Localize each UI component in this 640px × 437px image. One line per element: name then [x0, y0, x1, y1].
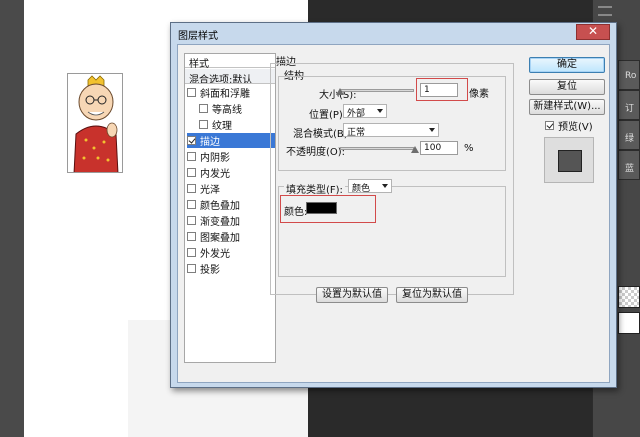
style-item[interactable]: 描边	[187, 133, 275, 148]
ps-panel-tab[interactable]: 绿	[618, 120, 640, 150]
preview-checkbox[interactable]: 预览(V)	[545, 118, 593, 133]
checkbox[interactable]	[187, 184, 196, 193]
style-item[interactable]: 颜色叠加	[187, 197, 275, 212]
opacity-unit: %	[464, 143, 474, 154]
checkbox[interactable]	[187, 88, 196, 97]
new-style-button[interactable]: 新建样式(W)...	[529, 99, 605, 115]
style-item[interactable]: 光泽	[187, 181, 275, 196]
checkbox[interactable]	[199, 120, 208, 129]
size-unit: 像素	[469, 89, 489, 100]
style-item-label: 内发光	[200, 169, 230, 180]
chevron-down-icon	[377, 109, 383, 113]
style-item-label: 斜面和浮雕	[200, 89, 250, 100]
opacity-label: 不透明度(O):	[286, 147, 346, 158]
style-preview-square	[558, 150, 582, 172]
style-item[interactable]: 内发光	[187, 165, 275, 180]
style-item[interactable]: 渐变叠加	[187, 213, 275, 228]
style-item-label: 光泽	[200, 185, 220, 196]
style-preview	[544, 137, 594, 183]
dialog-body: 样式 混合选项:默认 斜面和浮雕等高线纹理描边内阴影内发光光泽颜色叠加渐变叠加图…	[177, 44, 610, 383]
style-item[interactable]: 外发光	[187, 245, 275, 260]
ps-panel-tab-label: 订	[625, 104, 635, 114]
style-item[interactable]: 图案叠加	[187, 229, 275, 244]
checkbox[interactable]	[187, 136, 196, 145]
style-item[interactable]: 斜面和浮雕	[187, 85, 275, 100]
style-item-label: 纹理	[212, 121, 232, 132]
color-swatch[interactable]	[306, 202, 337, 214]
opacity-input[interactable]: 100	[420, 141, 458, 155]
checkbox[interactable]	[187, 200, 196, 209]
ok-button[interactable]: 确定	[529, 57, 605, 73]
opacity-slider-thumb[interactable]	[411, 146, 419, 153]
blend-mode-select[interactable]: 正常	[343, 123, 439, 138]
fill-type-label: 填充类型(F):	[284, 181, 345, 196]
style-item-label: 颜色叠加	[200, 201, 240, 212]
size-input[interactable]: 1	[420, 83, 458, 97]
checkbox[interactable]	[187, 168, 196, 177]
ps-panel-tab-label: 蓝	[625, 164, 635, 174]
style-item-label: 等高线	[212, 105, 242, 116]
style-item-label: 渐变叠加	[200, 217, 240, 228]
blending-options-item[interactable]: 混合选项:默认	[185, 69, 275, 84]
ps-panel-tab[interactable]: 蓝	[618, 150, 640, 180]
close-button[interactable]: ✕	[576, 24, 610, 40]
checkbox[interactable]	[187, 216, 196, 225]
position-label: 位置(P):	[309, 110, 347, 121]
white-swatch[interactable]	[618, 312, 640, 334]
ps-panel-tab-label: Ro	[625, 71, 637, 81]
position-select[interactable]: 外部	[343, 104, 387, 119]
dialog-title: 图层样式	[178, 31, 218, 42]
reset-button[interactable]: 复位	[529, 79, 605, 95]
style-item[interactable]: 内阴影	[187, 149, 275, 164]
checkbox[interactable]	[199, 104, 208, 113]
dialog-titlebar[interactable]: 图层样式 ✕	[171, 23, 616, 43]
reset-default-button[interactable]: 复位为默认值	[396, 287, 468, 303]
set-default-button[interactable]: 设置为默认值	[316, 287, 388, 303]
blend-mode-value: 正常	[347, 128, 366, 138]
ps-panel-tab[interactable]: 订	[618, 90, 640, 120]
style-item[interactable]: 投影	[187, 261, 275, 276]
checkbox[interactable]	[187, 248, 196, 257]
ps-left-gutter	[0, 0, 24, 437]
style-item-label: 外发光	[200, 249, 230, 260]
transparent-swatch[interactable]	[618, 286, 640, 308]
chevron-down-icon	[429, 128, 435, 132]
fill-type-value: 颜色	[352, 184, 371, 194]
style-item-label: 内阴影	[200, 153, 230, 164]
color-label: 颜色:	[284, 207, 308, 218]
checkbox[interactable]	[187, 264, 196, 273]
size-slider-thumb[interactable]	[336, 88, 344, 95]
position-value: 外部	[347, 109, 366, 119]
checkbox[interactable]	[545, 121, 554, 130]
chevron-down-icon	[382, 184, 388, 188]
layer-style-dialog: 图层样式 ✕ 样式 混合选项:默认 斜面和浮雕 等高线 纹理 描边 内阴影 内发光 光泽 颜色…	[170, 22, 617, 388]
style-item-label: 描边	[200, 137, 220, 148]
styles-list-header[interactable]: 样式	[185, 54, 275, 70]
style-item-label: 图案叠加	[200, 233, 240, 244]
ps-panel-tab-label: 绿	[625, 134, 635, 144]
size-slider[interactable]	[340, 89, 414, 92]
opacity-slider[interactable]	[340, 147, 414, 150]
style-item-label: 投影	[200, 265, 220, 276]
character-image	[67, 73, 123, 173]
checkbox[interactable]	[187, 232, 196, 241]
ps-panel-tab[interactable]: Ro	[618, 60, 640, 90]
checkbox[interactable]	[187, 152, 196, 161]
menu-icon[interactable]	[598, 6, 612, 16]
styles-list: 样式 混合选项:默认 斜面和浮雕等高线纹理描边内阴影内发光光泽颜色叠加渐变叠加图…	[184, 53, 276, 363]
preview-label: 预览(V)	[558, 122, 593, 133]
fill-type-select[interactable]: 颜色	[348, 179, 392, 194]
